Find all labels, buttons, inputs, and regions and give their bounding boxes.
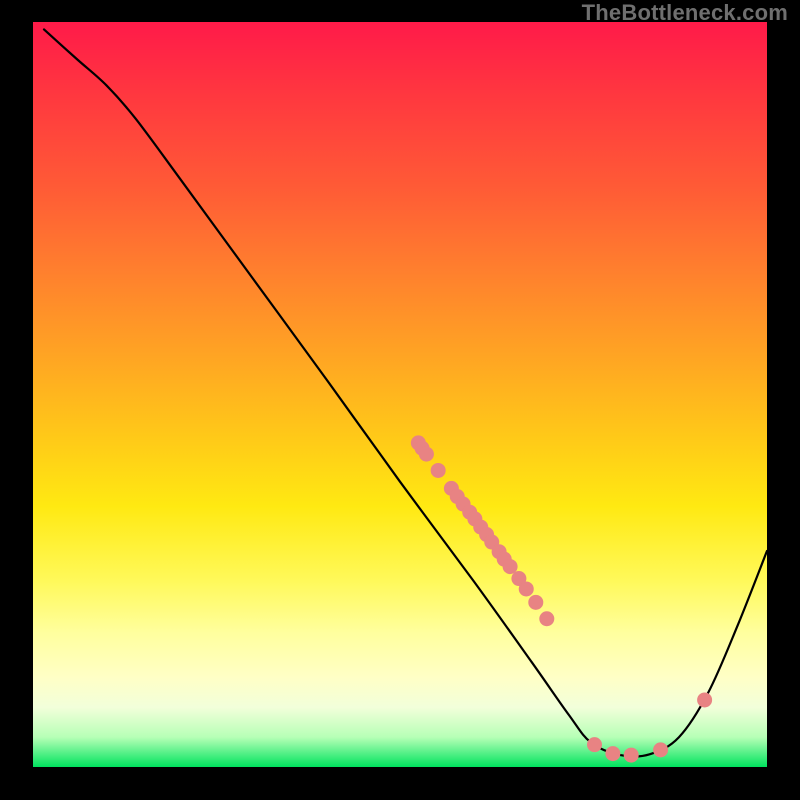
data-point <box>587 737 602 752</box>
data-point <box>431 463 446 478</box>
data-point <box>528 595 543 610</box>
bottleneck-curve <box>44 29 767 756</box>
data-point <box>419 447 434 462</box>
data-point <box>697 692 712 707</box>
chart-area <box>33 22 767 767</box>
data-point <box>653 742 668 757</box>
data-point <box>539 611 554 626</box>
chart-svg <box>33 22 767 767</box>
data-points-group <box>411 435 712 762</box>
data-point <box>519 581 534 596</box>
data-point <box>503 559 518 574</box>
data-point <box>624 748 639 763</box>
data-point <box>605 746 620 761</box>
